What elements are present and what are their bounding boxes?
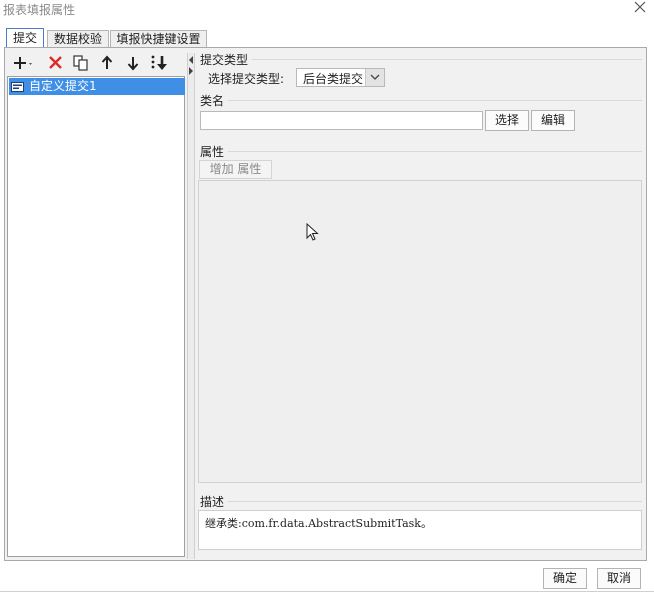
submit-type-select[interactable]: 后台类提交 [296, 68, 385, 87]
class-name-input[interactable] [200, 111, 483, 130]
submit-type-value: 后台类提交 [303, 72, 364, 86]
title-bar: 报表填报属性 [0, 0, 654, 20]
group-divider [228, 501, 642, 502]
tab-data-validation[interactable]: 数据校验 [47, 30, 109, 47]
move-down-icon[interactable] [123, 54, 145, 74]
mouse-cursor-icon [306, 222, 320, 243]
tab-shortcut-settings[interactable]: 填报快捷键设置 [110, 30, 207, 47]
panel-splitter[interactable] [187, 53, 195, 559]
description-group-label: 描述 [200, 495, 225, 509]
submit-tree[interactable]: 自定义提交1 [7, 76, 185, 557]
close-icon[interactable] [633, 0, 647, 14]
group-divider [252, 59, 642, 60]
collapse-right-icon[interactable] [189, 64, 194, 75]
delete-icon[interactable] [46, 54, 68, 74]
select-class-button[interactable]: 选择 [485, 110, 529, 131]
window-title: 报表填报属性 [3, 3, 76, 17]
description-text: 继承类:com.fr.data.AbstractSubmitTask。 [205, 517, 432, 530]
submit-item-icon [11, 81, 25, 92]
edit-class-button[interactable]: 编辑 [531, 110, 575, 131]
tree-item-custom-submit[interactable]: 自定义提交1 [9, 78, 185, 95]
group-divider [228, 151, 642, 152]
collapse-left-icon[interactable] [189, 53, 194, 64]
properties-area[interactable] [198, 180, 642, 483]
submit-type-label: 选择提交类型: [208, 72, 285, 86]
group-divider [228, 100, 642, 101]
bottom-divider [0, 591, 654, 592]
description-box: 继承类:com.fr.data.AbstractSubmitTask。 [198, 510, 642, 550]
properties-group-label: 属性 [200, 145, 225, 159]
submit-type-group-label: 提交类型 [200, 53, 249, 67]
chevron-down-icon[interactable] [365, 69, 384, 86]
copy-icon[interactable] [71, 54, 93, 74]
cancel-button[interactable]: 取消 [597, 568, 641, 589]
move-up-icon[interactable] [97, 54, 119, 74]
ok-button[interactable]: 确定 [543, 568, 587, 589]
toolbar [8, 54, 184, 74]
add-property-button[interactable]: 增加 属性 [199, 160, 272, 179]
tab-submit[interactable]: 提交 [6, 28, 44, 48]
add-icon[interactable] [12, 54, 34, 74]
class-name-group-label: 类名 [200, 94, 225, 108]
tree-item-label: 自定义提交1 [29, 79, 97, 93]
move-bottom-icon[interactable] [149, 54, 171, 74]
